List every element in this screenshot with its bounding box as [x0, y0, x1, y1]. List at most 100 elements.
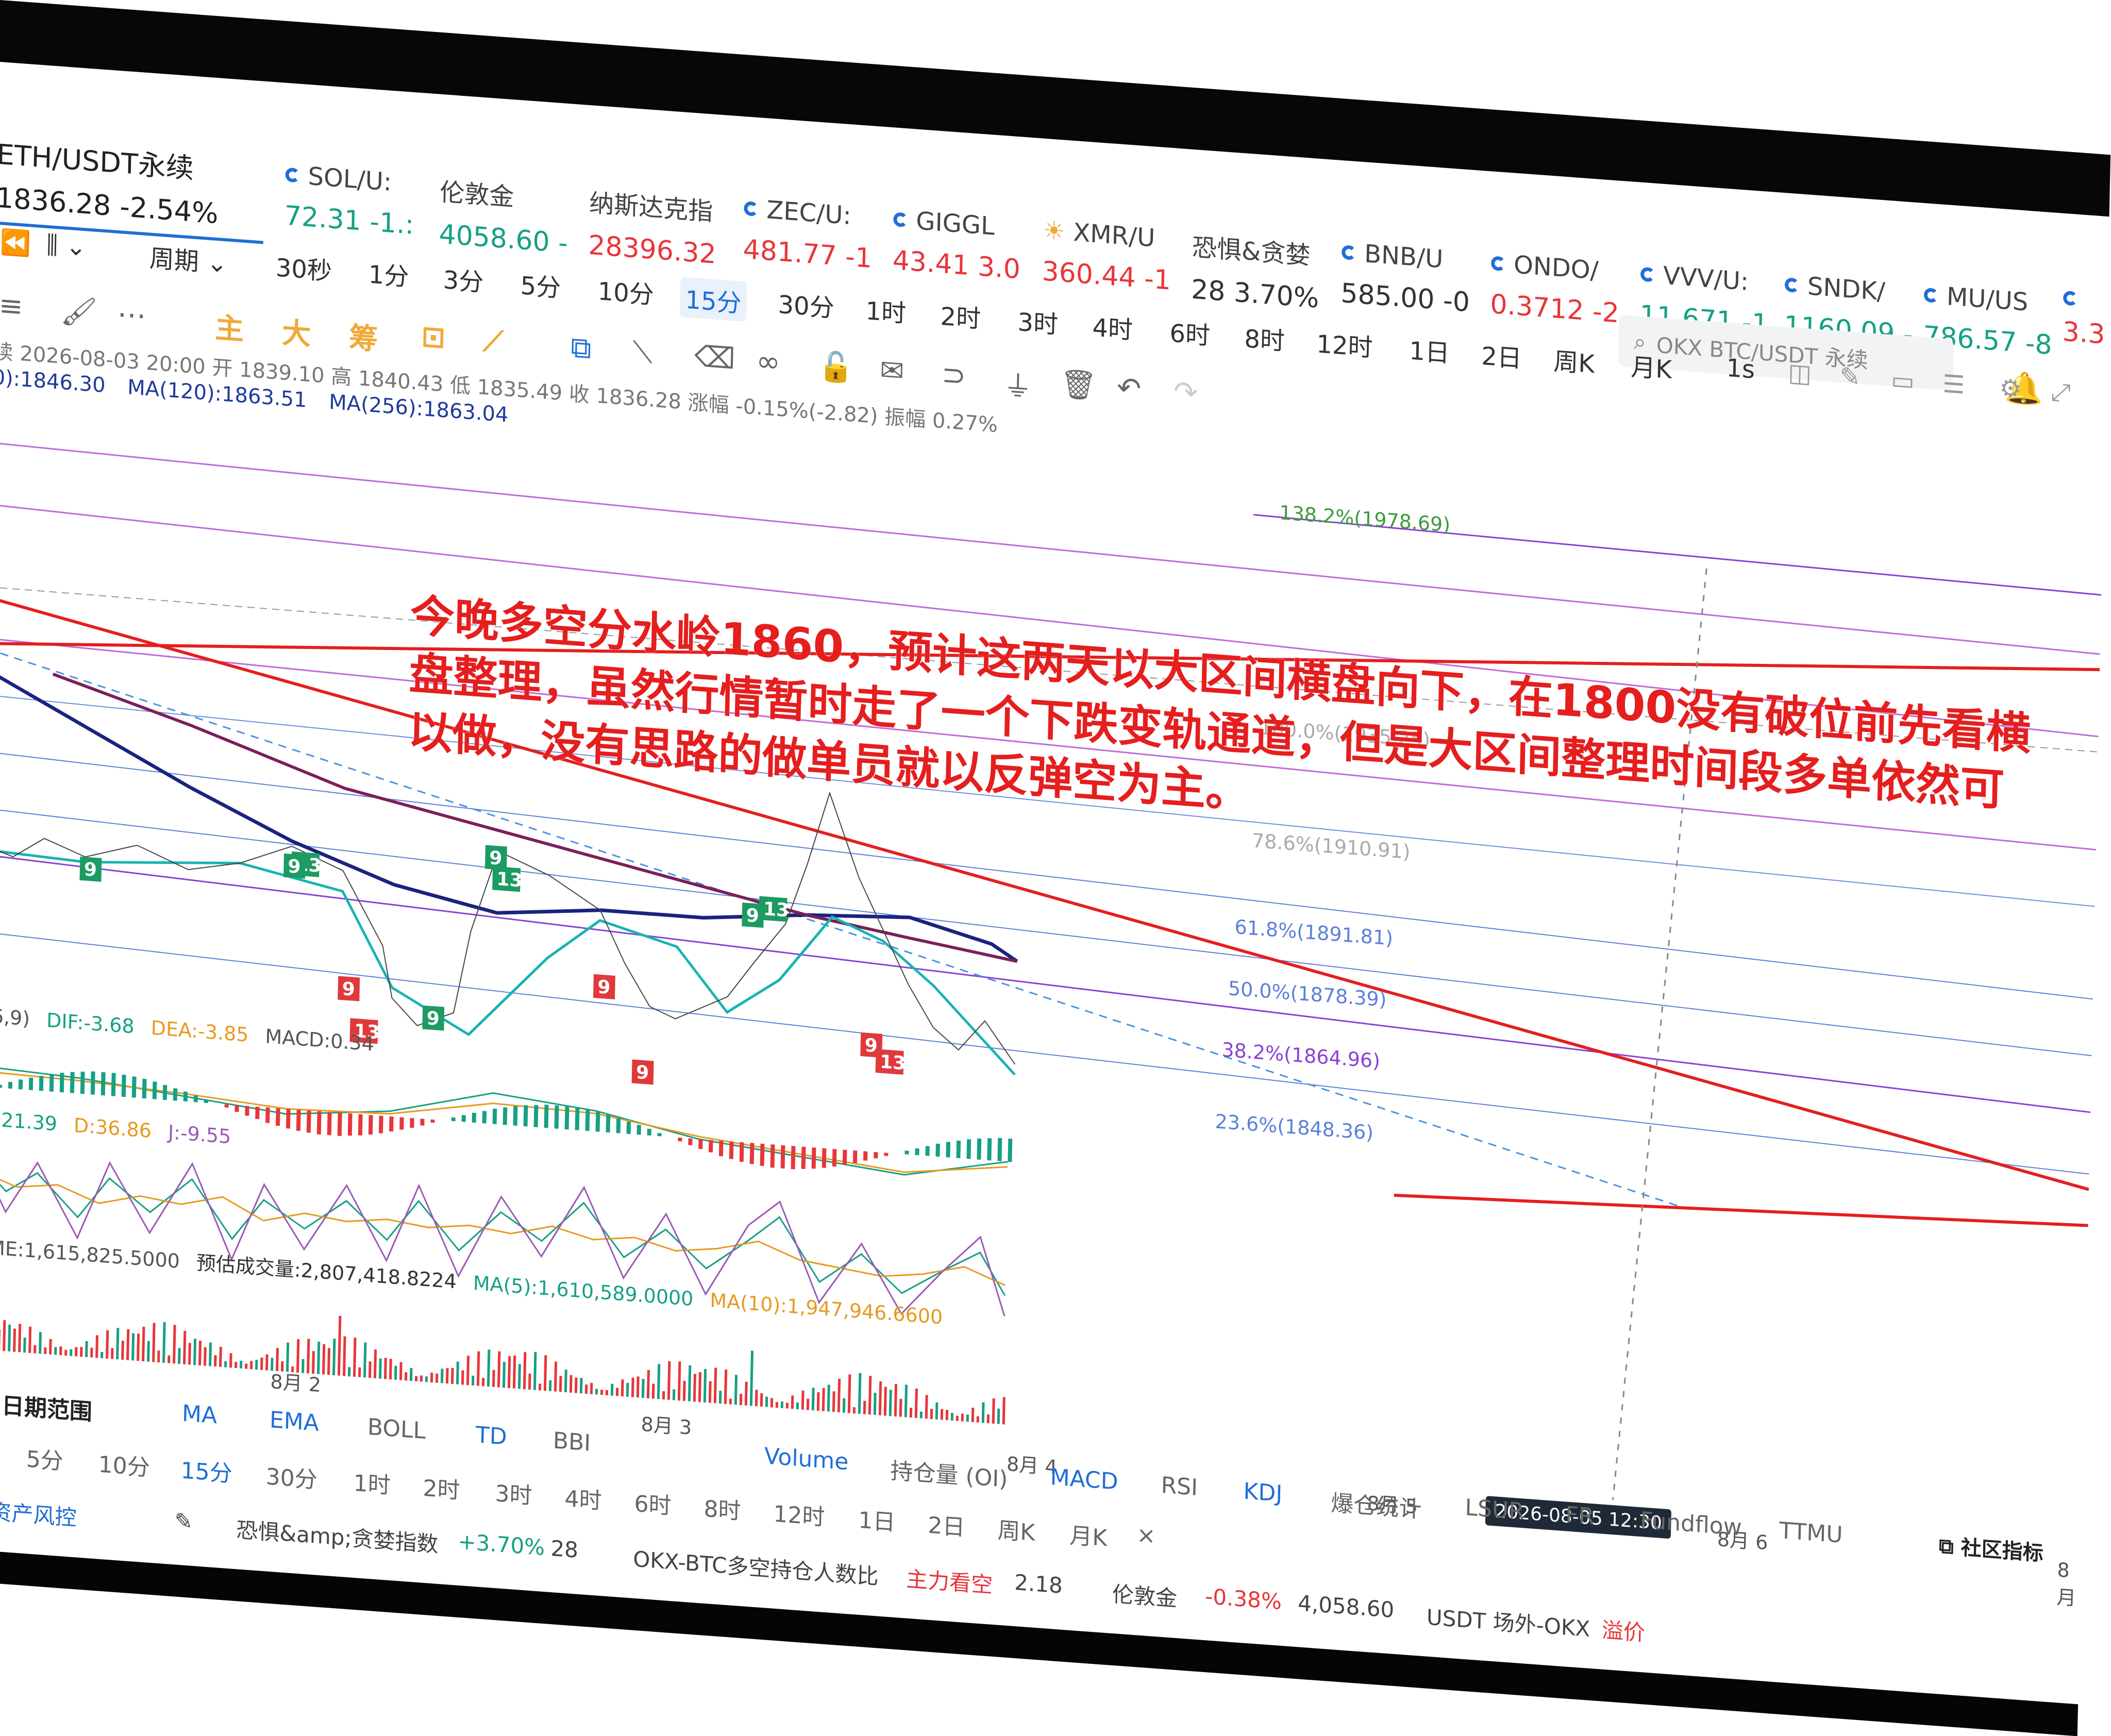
bottom-interval-1h[interactable]: 1时	[353, 1464, 391, 1500]
bottom-interval-2h[interactable]: 2时	[423, 1470, 460, 1505]
period-dropdown[interactable]: 周期 ⌄	[149, 238, 228, 279]
tab-lsur[interactable]: LSUR	[1465, 1494, 1524, 1525]
volume-bar	[368, 1361, 372, 1378]
volume-bar	[28, 1326, 32, 1353]
copy-icon[interactable]: ⧉	[571, 330, 592, 366]
tab-kdj[interactable]: KDJ	[1243, 1478, 1283, 1507]
bottom-interval-12h[interactable]: 12时	[773, 1495, 825, 1532]
macd-bar	[708, 1140, 713, 1153]
interval-1s[interactable]: 1s	[1726, 354, 1755, 385]
interval-week[interactable]: 周K	[1553, 341, 1595, 380]
binoculars-icon[interactable]: ∞	[756, 344, 781, 379]
macd-bar	[884, 1153, 889, 1156]
tab-ma[interactable]: MA	[182, 1400, 217, 1429]
bottom-interval-3h[interactable]: 3时	[495, 1475, 532, 1510]
eraser-icon[interactable]: ⌫	[694, 340, 736, 376]
tab-boll[interactable]: BOLL	[367, 1414, 426, 1444]
interval-1d[interactable]: 1日	[1409, 330, 1450, 370]
filter-icon[interactable]: ⏚	[1003, 362, 1033, 406]
candles-icon[interactable]: ⫼ ⌄	[46, 230, 87, 263]
interval-2h[interactable]: 2时	[940, 296, 981, 335]
tab-volume[interactable]: Volume	[764, 1443, 849, 1475]
coin-logo-icon	[2063, 290, 2078, 306]
interval-30s[interactable]: 30秒	[275, 247, 332, 287]
camera-icon[interactable]: ◫	[1788, 358, 1812, 389]
layout-icon[interactable]: ▭	[1891, 365, 1915, 396]
interval-15m[interactable]: 15分	[679, 276, 747, 322]
tab-bbi[interactable]: BBI	[552, 1427, 591, 1456]
tab-td[interactable]: TD	[475, 1422, 507, 1450]
more-icon[interactable]: ⋯	[117, 297, 146, 333]
tab-ema[interactable]: EMA	[269, 1407, 319, 1437]
note-icon[interactable]: ✉	[880, 353, 904, 388]
interval-2d[interactable]: 2日	[1481, 336, 1522, 375]
main-force-button[interactable]: 主	[214, 305, 244, 348]
bottom-interval-15m[interactable]: 15分	[180, 1451, 232, 1488]
measure-icon[interactable]: ⟋	[483, 324, 504, 360]
macd-bar	[224, 1104, 229, 1108]
tab-open-interest[interactable]: 持仓量 (OI)	[890, 1452, 1008, 1494]
interval-8h[interactable]: 8时	[1244, 318, 1285, 357]
macd-bar	[245, 1106, 249, 1116]
interval-3h[interactable]: 3时	[1017, 302, 1059, 341]
volume-bar	[646, 1370, 650, 1398]
rewind-icon[interactable]: ⏪	[0, 227, 31, 258]
pencil-icon[interactable]: ✎	[1839, 362, 1861, 392]
bottom-interval-30m[interactable]: 30分	[265, 1458, 317, 1494]
brush-icon[interactable]: 🖌	[60, 293, 97, 330]
interval-5m[interactable]: 5分	[520, 265, 561, 304]
magnet-icon[interactable]: ⊃	[942, 358, 966, 393]
tab-macd[interactable]: MACD	[1050, 1464, 1118, 1495]
bottom-interval-week[interactable]: 周K	[997, 1512, 1035, 1547]
tab-fundflow[interactable]: Fundflow	[1640, 1507, 1742, 1541]
gold-label: 伦敦金	[1112, 1581, 1178, 1612]
interval-6h[interactable]: 6时	[1169, 313, 1211, 352]
edit-box-icon[interactable]: ⊡	[421, 320, 446, 355]
interval-12h[interactable]: 12时	[1316, 324, 1373, 364]
bottom-interval-2d[interactable]: 2日	[928, 1507, 965, 1542]
tab-ttmu[interactable]: TTMU	[1779, 1517, 1843, 1548]
long-short-ratio-label: OKX-BTC多空持仓人数比	[632, 1546, 879, 1590]
list-icon[interactable]: ☰	[1942, 370, 1965, 400]
pencil-icon[interactable]: ✎	[174, 1508, 193, 1535]
volume-bar	[528, 1373, 531, 1390]
interval-4h[interactable]: 4时	[1092, 307, 1133, 346]
close-icon[interactable]: ×	[1136, 1522, 1156, 1549]
ticker-tab-active[interactable]: ETH/USDT永续 1836.28 -2.54%	[0, 131, 265, 244]
bottom-interval-8h[interactable]: 8时	[703, 1490, 741, 1526]
bottom-interval-month[interactable]: 月K	[1069, 1517, 1108, 1553]
community-indicators-button[interactable]: ⧉ 社区指标	[1939, 1529, 2044, 1567]
date-range-button[interactable]: 日期范围	[1, 1387, 92, 1427]
interval-30m[interactable]: 30分	[778, 284, 835, 324]
interval-1m[interactable]: 1分	[368, 254, 409, 293]
trash-icon[interactable]: 🗑	[1060, 366, 1097, 403]
interval-10m[interactable]: 10分	[597, 271, 655, 311]
menu-icon[interactable]: ≡	[0, 289, 23, 324]
undo-icon[interactable]: ↶	[1116, 371, 1141, 406]
macd-bar	[935, 1143, 940, 1157]
tab-rsi[interactable]: RSI	[1161, 1472, 1198, 1501]
big-order-button[interactable]: 大	[281, 309, 311, 353]
ticker-symbol: SOL/U:	[308, 161, 392, 197]
interval-month[interactable]: 月K	[1631, 346, 1672, 386]
bottom-interval-10m[interactable]: 10分	[98, 1446, 150, 1482]
tab-liquidations[interactable]: 爆仓统计	[1331, 1484, 1422, 1524]
ticker-change: -1.:	[369, 206, 414, 241]
bottom-interval-1d[interactable]: 1日	[858, 1501, 896, 1537]
fullscreen-icon[interactable]: ⤢	[2051, 377, 2071, 408]
lock-icon[interactable]: 🔓	[818, 349, 855, 386]
tab-fr[interactable]: FR	[1565, 1501, 1595, 1530]
redo-icon[interactable]: ↷	[1173, 375, 1198, 410]
ruler-icon[interactable]: ⟍	[632, 335, 654, 371]
risk-control-link[interactable]: 时资产风控	[0, 1493, 77, 1532]
chip-button[interactable]: 筹	[348, 314, 378, 358]
bottom-interval-6h[interactable]: 6时	[634, 1485, 672, 1521]
interval-3m[interactable]: 3分	[443, 259, 484, 298]
interval-1h[interactable]: 1时	[865, 290, 907, 329]
bottom-interval-4h[interactable]: 4时	[564, 1480, 602, 1515]
volume-bar	[116, 1328, 120, 1360]
gear-icon[interactable]: ⚙	[1999, 374, 2022, 404]
ticker-symbol: XMR/U	[1073, 218, 1155, 253]
ticker-tab-more[interactable]: 3.3	[2062, 290, 2108, 389]
bottom-interval-5m[interactable]: 5分	[26, 1440, 63, 1476]
